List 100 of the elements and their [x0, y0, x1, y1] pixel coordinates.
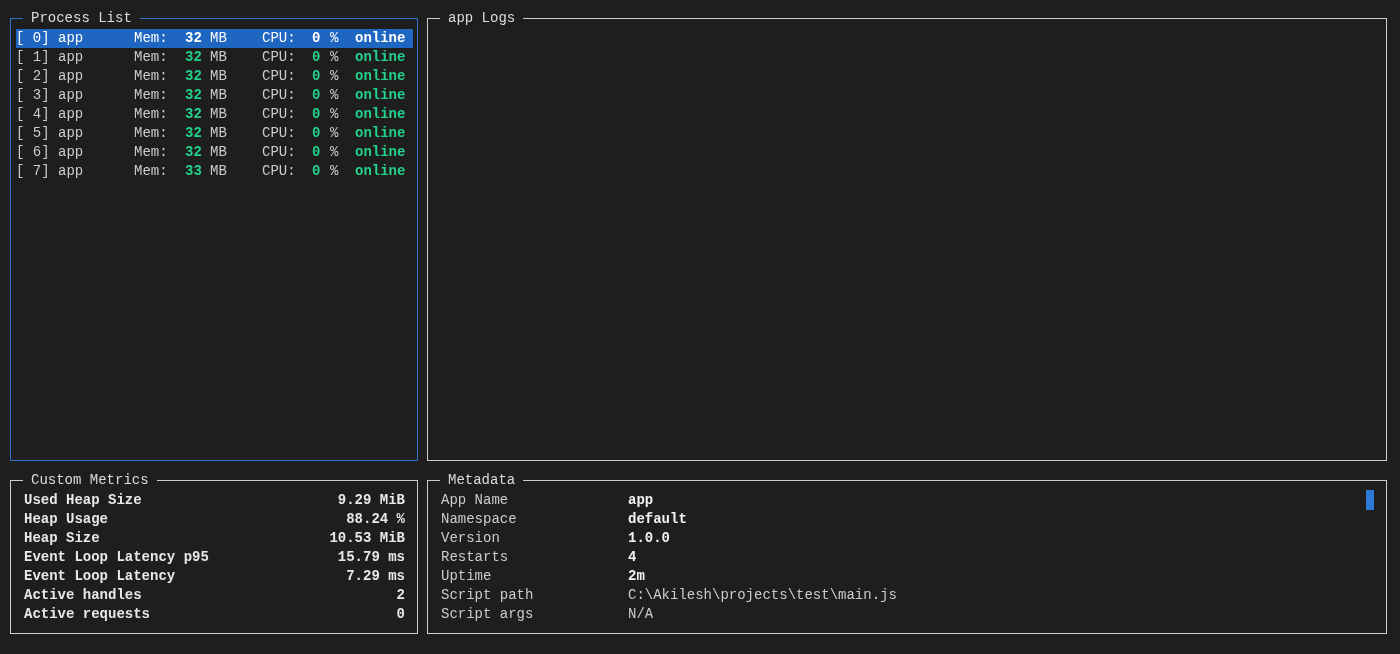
- metric-value: 7.29 ms: [346, 567, 405, 586]
- process-row[interactable]: [ 5] app Mem: 32 MB CPU: 0 % online: [16, 124, 413, 143]
- metadata-label: Restarts: [441, 548, 510, 567]
- process-row[interactable]: [ 0] app Mem: 32 MB CPU: 0 % online: [16, 29, 413, 48]
- metadata-value: default: [628, 510, 687, 529]
- mem-label: Mem:: [134, 162, 169, 181]
- mem-value: 32: [185, 124, 203, 143]
- process-status: online: [355, 48, 407, 67]
- process-row[interactable]: [ 6] app Mem: 32 MB CPU: 0 % online: [16, 143, 413, 162]
- cpu-label: CPU:: [262, 29, 297, 48]
- cpu-unit: %: [330, 29, 340, 48]
- process-row[interactable]: [ 2] app Mem: 32 MB CPU: 0 % online: [16, 67, 413, 86]
- scroll-thumb[interactable]: [1366, 490, 1374, 510]
- process-id: [ 3]: [16, 86, 51, 105]
- process-id: [ 1]: [16, 48, 51, 67]
- metric-value: 9.29 MiB: [337, 491, 405, 510]
- cpu-label: CPU:: [262, 105, 297, 124]
- mem-unit: MB: [210, 143, 228, 162]
- cpu-value: 0: [312, 29, 322, 48]
- cpu-unit: %: [330, 105, 340, 124]
- mem-label: Mem:: [134, 67, 169, 86]
- metric-label: Active handles: [24, 586, 142, 605]
- process-name: app: [58, 162, 85, 181]
- metric-value: 15.79 ms: [337, 548, 405, 567]
- process-row[interactable]: [ 1] app Mem: 32 MB CPU: 0 % online: [16, 48, 413, 67]
- process-name: app: [58, 143, 85, 162]
- metric-label: Used Heap Size: [24, 491, 142, 510]
- cpu-value: 0: [312, 124, 322, 143]
- mem-value: 33: [185, 162, 203, 181]
- mem-label: Mem:: [134, 48, 169, 67]
- process-status: online: [355, 143, 407, 162]
- cpu-value: 0: [312, 143, 322, 162]
- panel-title: app Logs: [440, 9, 524, 27]
- cpu-value: 0: [312, 86, 322, 105]
- process-id: [ 0]: [16, 29, 51, 48]
- metadata-value: 4: [628, 548, 637, 567]
- cpu-label: CPU:: [262, 162, 297, 181]
- cpu-value: 0: [312, 105, 322, 124]
- metadata-label: Script path: [441, 586, 535, 605]
- metric-value: 2: [396, 586, 405, 605]
- mem-unit: MB: [210, 86, 228, 105]
- process-id: [ 2]: [16, 67, 51, 86]
- process-name: app: [58, 67, 85, 86]
- metadata-value: C:\Akilesh\projects\test\main.js: [628, 586, 897, 605]
- process-status: online: [355, 67, 407, 86]
- mem-unit: MB: [210, 162, 228, 181]
- process-status: online: [355, 86, 407, 105]
- cpu-label: CPU:: [262, 48, 297, 67]
- cpu-value: 0: [312, 162, 322, 181]
- mem-value: 32: [185, 29, 203, 48]
- process-id: [ 6]: [16, 143, 51, 162]
- mem-label: Mem:: [134, 105, 169, 124]
- metadata-value: 2m: [628, 567, 645, 586]
- mem-value: 32: [185, 105, 203, 124]
- process-row[interactable]: [ 7] app Mem: 33 MB CPU: 0 % online: [16, 162, 413, 181]
- metadata-label: Namespace: [441, 510, 518, 529]
- process-id: [ 4]: [16, 105, 51, 124]
- cpu-label: CPU:: [262, 124, 297, 143]
- metric-label: Heap Usage: [24, 510, 108, 529]
- cpu-value: 0: [312, 67, 322, 86]
- process-row[interactable]: [ 3] app Mem: 32 MB CPU: 0 % online: [16, 86, 413, 105]
- cpu-unit: %: [330, 162, 340, 181]
- cpu-unit: %: [330, 67, 340, 86]
- cpu-unit: %: [330, 124, 340, 143]
- mem-label: Mem:: [134, 143, 169, 162]
- cpu-label: CPU:: [262, 67, 297, 86]
- metric-value: 0: [396, 605, 405, 624]
- process-name: app: [58, 105, 85, 124]
- process-row[interactable]: [ 4] app Mem: 32 MB CPU: 0 % online: [16, 105, 413, 124]
- mem-value: 32: [185, 48, 203, 67]
- metadata-label: Version: [441, 529, 501, 548]
- process-status: online: [355, 105, 407, 124]
- mem-label: Mem:: [134, 124, 169, 143]
- mem-value: 32: [185, 86, 203, 105]
- process-name: app: [58, 86, 85, 105]
- metadata-value: N/A: [628, 605, 654, 624]
- mem-label: Mem:: [134, 86, 169, 105]
- process-status: online: [355, 29, 407, 48]
- mem-unit: MB: [210, 124, 228, 143]
- mem-unit: MB: [210, 67, 228, 86]
- process-name: app: [58, 29, 85, 48]
- metric-value: 88.24 %: [346, 510, 405, 529]
- cpu-value: 0: [312, 48, 322, 67]
- mem-unit: MB: [210, 48, 228, 67]
- cpu-label: CPU:: [262, 143, 297, 162]
- metric-label: Event Loop Latency: [24, 567, 176, 586]
- cpu-unit: %: [330, 48, 340, 67]
- cpu-unit: %: [330, 143, 340, 162]
- process-id: [ 5]: [16, 124, 51, 143]
- mem-value: 32: [185, 67, 203, 86]
- mem-unit: MB: [210, 105, 228, 124]
- mem-unit: MB: [210, 29, 228, 48]
- metric-label: Heap Size: [24, 529, 100, 548]
- cpu-unit: %: [330, 86, 340, 105]
- process-id: [ 7]: [16, 162, 51, 181]
- metadata-value: app: [628, 491, 654, 510]
- metric-label: Active requests: [24, 605, 151, 624]
- metadata-label: App Name: [441, 491, 510, 510]
- cpu-label: CPU:: [262, 86, 297, 105]
- metadata-label: Uptime: [441, 567, 493, 586]
